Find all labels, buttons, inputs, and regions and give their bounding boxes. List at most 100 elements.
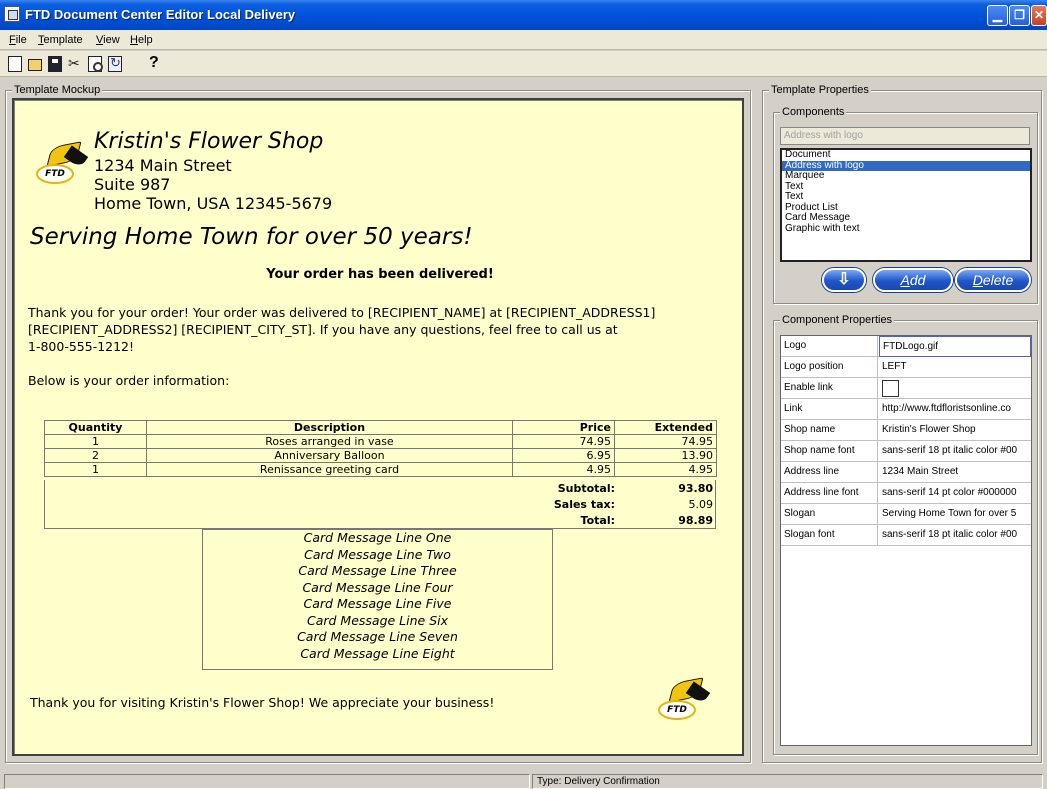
move-down-icon: ⇩	[837, 271, 851, 288]
card-message-line: Card Message Line Four	[302, 579, 453, 595]
property-value[interactable]: 1234 Main Street	[879, 462, 1031, 483]
subtotal-value: 93.80	[678, 482, 713, 495]
template-mockup-canvas[interactable]: FTD Kristin's Flower Shop 1234 Main Stre…	[12, 98, 744, 756]
minimize-button[interactable]: ▁	[987, 5, 1008, 26]
new-file-icon[interactable]	[6, 55, 24, 73]
property-row[interactable]: Enable link	[781, 378, 1031, 399]
list-item[interactable]: Marquee	[782, 170, 1030, 182]
total-label: Total:	[580, 514, 615, 527]
refresh-icon[interactable]	[106, 55, 124, 73]
property-key: Address line	[781, 462, 878, 483]
cell-desc: Roses arranged in vase	[146, 434, 513, 449]
help-icon[interactable]	[144, 54, 162, 73]
order-info-label: Below is your order information:	[28, 373, 230, 388]
enable-link-checkbox[interactable]	[882, 380, 899, 397]
table-row: 2 Anniversary Balloon 6.95 13.90	[44, 448, 717, 463]
property-row[interactable]: Slogan Serving Home Town for over 5	[781, 504, 1031, 525]
components-label: Components	[780, 106, 847, 118]
list-item[interactable]: Document	[782, 149, 1030, 161]
card-message-box: Card Message Line One Card Message Line …	[202, 529, 553, 670]
property-key: Logo	[781, 336, 878, 357]
address-line-3: Home Town, USA 12345-5679	[94, 194, 333, 213]
property-row[interactable]: Link http://www.ftdfloristsonline.co	[781, 399, 1031, 420]
property-row[interactable]: Shop name Kristin's Flower Shop	[781, 420, 1031, 441]
cell-price: 74.95	[512, 434, 615, 449]
save-icon[interactable]	[46, 55, 64, 73]
title-bar: FTD Document Center Editor Local Deliver…	[0, 0, 1047, 30]
menu-template[interactable]: Template	[38, 34, 83, 46]
card-message-line: Card Message Line Eight	[300, 645, 455, 661]
property-row[interactable]: Address line 1234 Main Street	[781, 462, 1031, 483]
table-row: 1 Roses arranged in vase 74.95 74.95	[44, 434, 717, 449]
list-item[interactable]: Graphic with text	[782, 223, 1030, 235]
sales-tax-value: 5.09	[688, 498, 714, 511]
cell-desc: Renissance greeting card	[146, 462, 513, 477]
list-item[interactable]: Text	[782, 181, 1030, 193]
property-key: Link	[781, 399, 878, 420]
menu-file[interactable]: File	[9, 34, 27, 46]
property-key: Shop name font	[781, 441, 878, 462]
col-price: Price	[512, 420, 615, 435]
property-value[interactable]: http://www.ftdfloristsonline.co	[879, 399, 1031, 420]
property-value[interactable]: LEFT	[879, 357, 1031, 378]
cell-extended: 74.95	[614, 434, 717, 449]
property-value[interactable]: sans-serif 18 pt italic color #00	[879, 441, 1031, 462]
card-message-line: Card Message Line Three	[298, 563, 457, 578]
component-combo[interactable]: Address with logo	[780, 127, 1030, 145]
slogan: Serving Home Town for over 50 years!	[30, 224, 473, 250]
status-bar: Type: Delivery Confirmation	[0, 772, 1047, 789]
menu-view[interactable]: View	[96, 34, 120, 46]
property-value[interactable]: sans-serif 14 pt color #000000	[879, 483, 1031, 504]
property-row[interactable]: Address line font sans-serif 14 pt color…	[781, 483, 1031, 504]
property-row[interactable]: Slogan font sans-serif 18 pt italic colo…	[781, 525, 1031, 546]
logo-value-field[interactable]: FTDLogo.gif	[879, 336, 1031, 357]
cell-extended: 13.90	[614, 448, 717, 463]
menu-help[interactable]: Help	[130, 34, 153, 46]
property-value[interactable]: Kristin's Flower Shop	[879, 420, 1031, 441]
cut-icon[interactable]	[66, 55, 84, 73]
property-key: Address line font	[781, 483, 878, 504]
window-title: FTD Document Center Editor Local Deliver…	[25, 7, 296, 22]
card-message-line: Card Message Line Two	[304, 546, 451, 562]
cell-qty: 2	[44, 448, 147, 463]
property-key: Slogan font	[781, 525, 878, 546]
table-row: 1 Renissance greeting card 4.95 4.95	[44, 462, 717, 477]
move-down-button[interactable]: ⇩	[822, 268, 866, 292]
open-folder-icon[interactable]	[26, 55, 44, 73]
ftd-logo-top: FTD	[32, 141, 92, 186]
property-value[interactable]: Serving Home Town for over 5	[879, 504, 1031, 525]
toolbar	[0, 51, 1047, 77]
list-item[interactable]: Card Message	[782, 212, 1030, 224]
marquee-text: Your order has been delivered!	[266, 267, 494, 282]
col-quantity: Quantity	[44, 420, 147, 435]
components-list[interactable]: Document Address with logo Marquee Text …	[780, 148, 1032, 262]
message-line-3: 1-800-555-1212!	[28, 339, 135, 354]
template-mockup-label: Template Mockup	[12, 84, 103, 96]
property-key: Enable link	[781, 378, 878, 399]
order-totals: Subtotal: 93.80 Sales tax: 5.09 Total: 9…	[44, 480, 716, 529]
cell-qty: 1	[44, 434, 147, 449]
list-item[interactable]: Text	[782, 191, 1030, 203]
property-value[interactable]: sans-serif 18 pt italic color #00	[879, 525, 1031, 546]
property-row[interactable]: Logo position LEFT	[781, 357, 1031, 378]
ftd-logo-bottom: FTD	[654, 677, 714, 722]
table-header-row: Quantity Description Price Extended	[44, 420, 717, 435]
menu-bar: File Template View Help	[0, 30, 1047, 50]
address-line-1: 1234 Main Street	[94, 156, 232, 175]
maximize-button[interactable]: ❐	[1009, 5, 1030, 26]
print-preview-icon[interactable]	[86, 55, 104, 73]
message-line-2: [RECIPIENT_ADDRESS2] [RECIPIENT_CITY_ST]…	[28, 322, 618, 337]
status-type: Type: Delivery Confirmation	[532, 774, 1043, 789]
total-value: 98.89	[678, 514, 713, 527]
delete-button[interactable]: Delete	[955, 268, 1031, 292]
cell-qty: 1	[44, 462, 147, 477]
property-row[interactable]: Shop name font sans-serif 18 pt italic c…	[781, 441, 1031, 462]
property-key: Logo position	[781, 357, 878, 378]
add-button[interactable]: Add	[873, 268, 953, 292]
close-button[interactable]: ✕	[1031, 5, 1047, 26]
property-key: Slogan	[781, 504, 878, 525]
cell-price: 6.95	[512, 448, 615, 463]
template-properties-label: Template Properties	[769, 84, 871, 96]
property-key: Shop name	[781, 420, 878, 441]
property-row[interactable]: Logo FTDLogo.gif	[781, 336, 1031, 357]
